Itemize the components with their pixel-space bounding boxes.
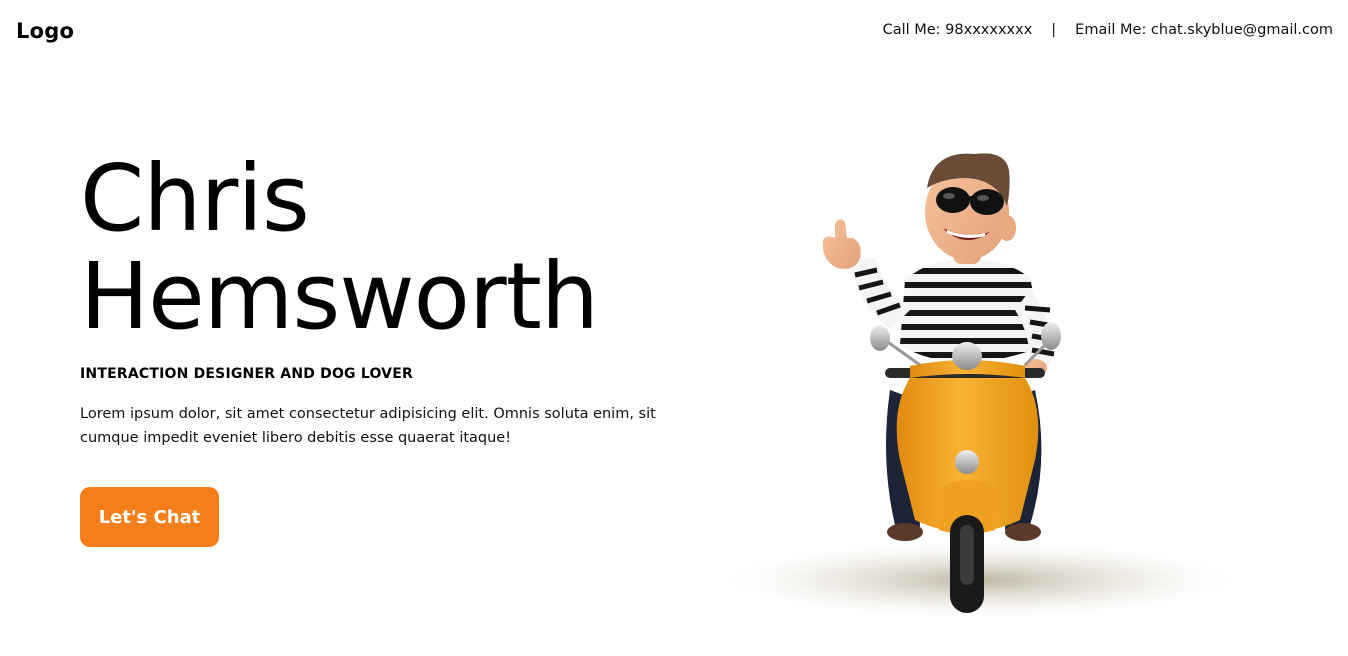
horn-grille bbox=[955, 450, 979, 474]
logo[interactable]: Logo bbox=[16, 19, 74, 43]
contact-separator: | bbox=[1051, 22, 1057, 38]
headlight bbox=[952, 342, 982, 370]
scooter-rider-illustration bbox=[705, 140, 1265, 630]
left-shoe bbox=[887, 523, 923, 541]
thumbs-up-hand bbox=[822, 219, 861, 269]
hero-description: Lorem ipsum dolor, sit amet consectetur … bbox=[80, 406, 656, 446]
scooter-rider-icon bbox=[705, 153, 1255, 620]
raised-arm bbox=[850, 258, 910, 330]
hero-name-last: Hemsworth bbox=[80, 243, 599, 350]
hero-name: Chris Hemsworth bbox=[80, 150, 670, 346]
phone-link[interactable]: Call Me: 98xxxxxxxx bbox=[883, 22, 1033, 38]
hero-tagline: INTERACTION DESIGNER AND DOG LOVER bbox=[80, 366, 413, 382]
email-link[interactable]: Email Me: chat.skyblue@gmail.com bbox=[1075, 22, 1333, 38]
hero-text: Chris Hemsworth INTERACTION DESIGNER AND… bbox=[80, 150, 670, 450]
site-header: Logo Call Me: 98xxxxxxxx | Email Me: cha… bbox=[0, 0, 1348, 64]
contact-info: Call Me: 98xxxxxxxx | Email Me: chat.sky… bbox=[883, 22, 1333, 38]
right-shoe bbox=[1005, 523, 1041, 541]
lets-chat-button[interactable]: Let's Chat bbox=[80, 487, 219, 547]
hero-name-first: Chris bbox=[80, 145, 310, 252]
